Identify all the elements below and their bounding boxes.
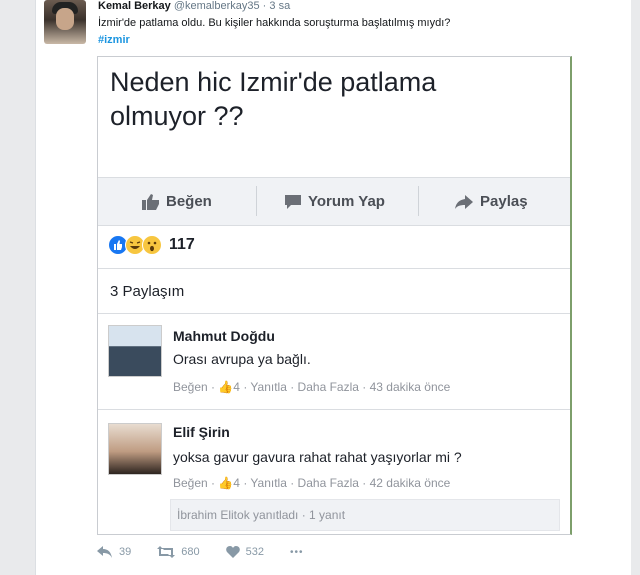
- more-button[interactable]: •••: [290, 547, 304, 558]
- more-icon: •••: [289, 546, 304, 558]
- fb-share-label: Paylaş: [480, 193, 528, 210]
- fb-share-button[interactable]: Paylaş: [454, 178, 528, 225]
- divider: [98, 268, 570, 269]
- fb-title-line1: Neden hic Izmir'de patlama: [110, 67, 437, 97]
- fb-share-count[interactable]: 3 Paylaşım: [110, 283, 184, 300]
- tweet-hashtag[interactable]: #izmir: [98, 34, 130, 46]
- comment-meta[interactable]: Beğen · 👍4 · Yanıtla · Daha Fazla · 43 d…: [173, 380, 450, 394]
- reaction-count[interactable]: 117: [169, 236, 195, 254]
- retweet-icon: [157, 546, 176, 558]
- fb-like-button[interactable]: Beğen: [142, 178, 212, 225]
- fb-reactions[interactable]: 117: [108, 234, 195, 256]
- comment-text: Orası avrupa ya bağlı.: [173, 351, 311, 367]
- comment-meta[interactable]: Beğen · 👍4 · Yanıtla · Daha Fazla · 42 d…: [173, 476, 450, 490]
- retweet-button[interactable]: 680: [157, 546, 200, 558]
- fb-action-bar: Beğen Yorum Yap Paylaş: [98, 177, 570, 226]
- commenter-avatar[interactable]: [108, 325, 162, 377]
- reply-preview[interactable]: İbrahim Elitok yanıtladı · 1 yanıt: [170, 499, 560, 531]
- fb-title-line2: olmuyor ??: [110, 101, 244, 131]
- fb-comment-button[interactable]: Yorum Yap: [284, 178, 385, 225]
- divider: [98, 313, 570, 314]
- author-handle[interactable]: @kemalberkay35: [174, 0, 260, 12]
- fb-like-label: Beğen: [166, 193, 212, 210]
- wow-reaction-icon: [142, 235, 162, 255]
- tweet-time[interactable]: · 3 sa: [263, 0, 291, 12]
- heart-icon: [225, 546, 240, 558]
- comment-icon: [285, 194, 301, 209]
- embedded-facebook-screenshot[interactable]: Neden hic Izmir'de patlama olmuyor ?? Be…: [97, 56, 572, 535]
- tweet-text: İzmir'de patlama oldu. Bu kişiler hakkın…: [98, 17, 451, 29]
- reply-button[interactable]: 39: [97, 546, 131, 558]
- tweet-actions: 39 680 532 •••: [97, 542, 329, 562]
- fb-action-divider: [256, 186, 257, 216]
- comment-author[interactable]: Mahmut Doğdu: [173, 328, 275, 344]
- like-button[interactable]: 532: [225, 546, 264, 558]
- reply-preview-text: İbrahim Elitok yanıtladı · 1 yanıt: [177, 508, 346, 522]
- commenter-avatar[interactable]: [108, 423, 162, 475]
- avatar-face: [56, 8, 74, 30]
- author-name[interactable]: Kemal Berkay: [98, 0, 171, 12]
- tweet-header: Kemal Berkay @kemalberkay35 · 3 sa: [98, 0, 290, 12]
- reply-count: 39: [119, 546, 132, 558]
- fb-action-divider: [418, 186, 419, 216]
- author-avatar[interactable]: [44, 0, 86, 44]
- reply-icon: [97, 546, 112, 558]
- fb-comment-label: Yorum Yap: [308, 193, 385, 210]
- retweet-count: 680: [181, 546, 200, 558]
- divider: [98, 409, 570, 410]
- like-count: 532: [245, 546, 264, 558]
- thumbs-up-icon: [142, 193, 159, 210]
- comment-text: yoksa gavur gavura rahat rahat yaşıyorla…: [173, 449, 462, 465]
- comment-author[interactable]: Elif Şirin: [173, 424, 230, 440]
- fb-post-title: Neden hic Izmir'de patlama olmuyor ??: [110, 65, 436, 133]
- share-arrow-icon: [455, 194, 473, 209]
